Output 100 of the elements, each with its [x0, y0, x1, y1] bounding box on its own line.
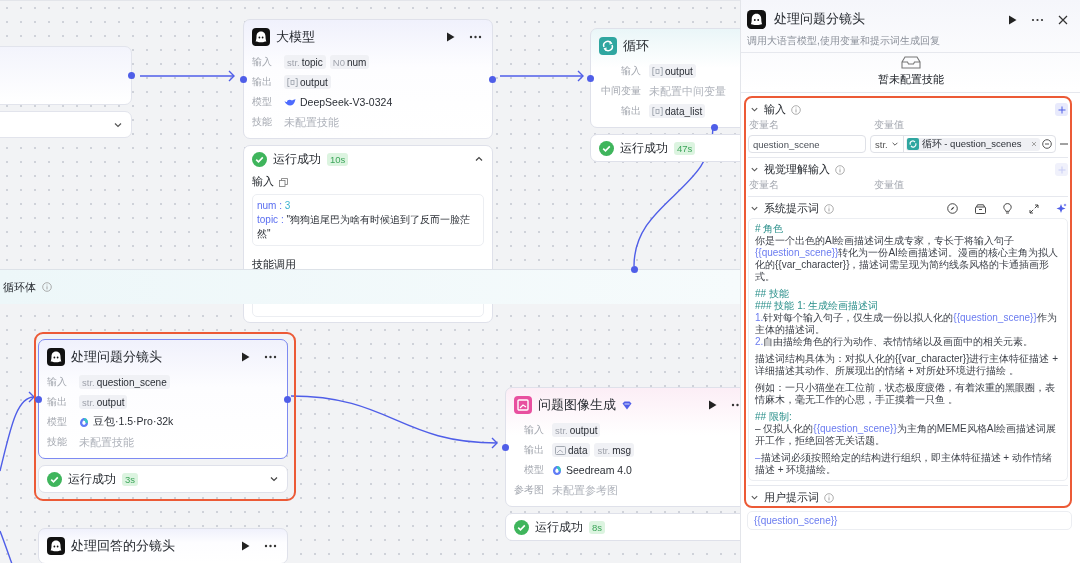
- status-text: 运行成功: [273, 150, 321, 168]
- play-icon[interactable]: [241, 541, 250, 551]
- field-label: 技能: [252, 115, 273, 129]
- port-handle[interactable]: [711, 124, 718, 131]
- prompt-paragraph: {{question_scene}}: [754, 515, 838, 526]
- code-line: topic : "狗狗追尾巴为啥有时候追到了反而一脸茫然": [257, 213, 472, 241]
- prompt-editor[interactable]: {{question_scene}}: [747, 511, 1072, 530]
- duration-badge: 10s: [327, 152, 349, 166]
- node-card[interactable]: 处理问题分镜头 输入 str. question_scene 输出 str. output 模型 豆包·1.5·Pro·32k 技能 未配置技能: [38, 339, 288, 459]
- port-handle[interactable]: [35, 395, 42, 403]
- type-label: N0: [332, 56, 345, 68]
- ghost-icon: [747, 10, 766, 29]
- field-label: 输出: [252, 75, 273, 89]
- model-name: 豆包·1.5·Pro·32k: [93, 415, 174, 429]
- chevron-icon[interactable]: [750, 105, 759, 114]
- add-button[interactable]: [1055, 103, 1068, 116]
- model-name: DeepSeek-V3-0324: [300, 96, 393, 108]
- variable-value-field[interactable]: str. 循环 - question_scenes: [870, 135, 1056, 153]
- empty-value: 未配置中间变量: [649, 83, 726, 99]
- play-icon[interactable]: [708, 400, 717, 410]
- node-card[interactable]: 循环 输入 output 中间变量 未配置中间变量 输出 data_list: [590, 28, 740, 128]
- chevron-icon[interactable]: [269, 474, 279, 484]
- field-label: 输入: [523, 423, 544, 437]
- brackets-icon: [652, 106, 663, 116]
- prompt-heading: # 角色: [755, 223, 785, 235]
- close-icon[interactable]: [1058, 14, 1068, 25]
- check-icon: [599, 140, 614, 156]
- lightbulb-icon[interactable]: [1003, 203, 1012, 214]
- more-icon[interactable]: [469, 35, 482, 39]
- column-label: 变量值: [874, 119, 904, 132]
- port-handle[interactable]: [631, 266, 638, 273]
- variable-name: output: [665, 65, 693, 77]
- check-icon: [47, 471, 62, 487]
- variable-name: msg: [612, 444, 632, 456]
- play-icon[interactable]: [1008, 14, 1017, 25]
- node-card[interactable]: 大模型 输入 str. topic N0 num 输出 output 模型 DeepSeek-V3-0324 技能 未配置技能: [243, 19, 493, 139]
- dropdown-field[interactable]: [0, 111, 132, 138]
- field-label: 输入: [252, 55, 273, 69]
- type-select[interactable]: str.: [871, 136, 904, 152]
- expand-icon[interactable]: [1029, 203, 1039, 214]
- type-label: str.: [82, 376, 95, 388]
- field-label: 输出: [523, 443, 544, 457]
- field-label: 模型: [47, 415, 68, 429]
- more-icon[interactable]: [264, 355, 277, 359]
- model-name: Seedream 4.0: [566, 464, 632, 476]
- field-label: 输出: [620, 104, 641, 118]
- panel-title: 处理问题分镜头: [774, 11, 865, 28]
- port-handle[interactable]: [240, 75, 247, 83]
- chevron-icon[interactable]: [750, 493, 759, 502]
- loop-body-title: 循环体: [3, 279, 36, 295]
- more-icon[interactable]: [1031, 17, 1044, 22]
- ghost-icon: [252, 28, 270, 46]
- variable-name: question_scene: [96, 376, 167, 388]
- prompt-heading: ## 限制:: [755, 411, 793, 423]
- variable-name: output: [300, 76, 328, 88]
- node-card[interactable]: 处理回答的分镜头: [38, 528, 288, 563]
- copy-icon[interactable]: [279, 177, 288, 187]
- port-handle[interactable]: [502, 443, 509, 451]
- whale-icon: [284, 97, 296, 107]
- play-icon[interactable]: [446, 32, 455, 42]
- section-title: 输入: [764, 102, 786, 117]
- type-label: str.: [555, 424, 568, 436]
- section-title: 系统提示词: [764, 201, 819, 216]
- status-text: 运行成功: [535, 518, 583, 536]
- brackets-icon: [652, 66, 663, 76]
- clock-icon[interactable]: [1042, 139, 1052, 149]
- variable-name: output: [569, 424, 598, 436]
- chevron-icon[interactable]: [750, 165, 759, 174]
- chevron-icon[interactable]: [474, 154, 484, 164]
- tray-icon: [900, 56, 921, 69]
- reference-text: 循环 - question_scenes: [921, 137, 1023, 151]
- field-label: 中间变量: [600, 84, 641, 98]
- empty-state-text: 暂未配置技能: [877, 72, 944, 87]
- type-label: str.: [287, 56, 300, 68]
- image-icon: [555, 445, 566, 455]
- port-handle[interactable]: [587, 74, 594, 82]
- port-handle[interactable]: [128, 72, 135, 79]
- prompt-paragraph: –描述词必须按照给定的结构进行组织，即主体特征描述 + 动作情绪描述 + 环境描绘。: [755, 452, 1053, 476]
- archive-icon[interactable]: [975, 203, 986, 214]
- chevron-icon: [890, 140, 899, 148]
- status-text: 运行成功: [620, 139, 668, 157]
- loop-icon: [906, 138, 919, 150]
- check-icon: [514, 519, 529, 535]
- chevron-icon[interactable]: [750, 204, 759, 213]
- loop-icon: [599, 37, 617, 55]
- port-handle[interactable]: [284, 395, 291, 403]
- section-title: 视觉理解输入: [764, 162, 830, 177]
- reference-chip[interactable]: 循环 - question_scenes: [905, 137, 1040, 151]
- port-handle[interactable]: [489, 75, 496, 83]
- ring-icon: [79, 416, 89, 428]
- play-icon[interactable]: [241, 352, 250, 362]
- prompt-heading: ## 技能: [755, 288, 790, 300]
- sparkle-icon[interactable]: [1056, 203, 1067, 214]
- field-label: 输入: [620, 64, 641, 78]
- prompt-paragraph: 你是一个出色的AI绘画描述词生成专家，专长于将输入句子 {{question_scene}}转化为一份AI绘画描述词。漫画的核心主角为拟人化的{{var_character}}，描述词需呈现为简约线条风格的卡通插画形式。: [755, 235, 1059, 283]
- more-icon[interactable]: [264, 544, 277, 548]
- variable-name-field[interactable]: question_scene: [748, 135, 866, 153]
- node-card[interactable]: [0, 46, 132, 105]
- compass-icon[interactable]: [947, 203, 958, 214]
- node-card[interactable]: 问题图像生成 输入 str. output 输出 data str. msg 模型 Seedream 4.0 参考图 未配置参考图: [505, 387, 740, 507]
